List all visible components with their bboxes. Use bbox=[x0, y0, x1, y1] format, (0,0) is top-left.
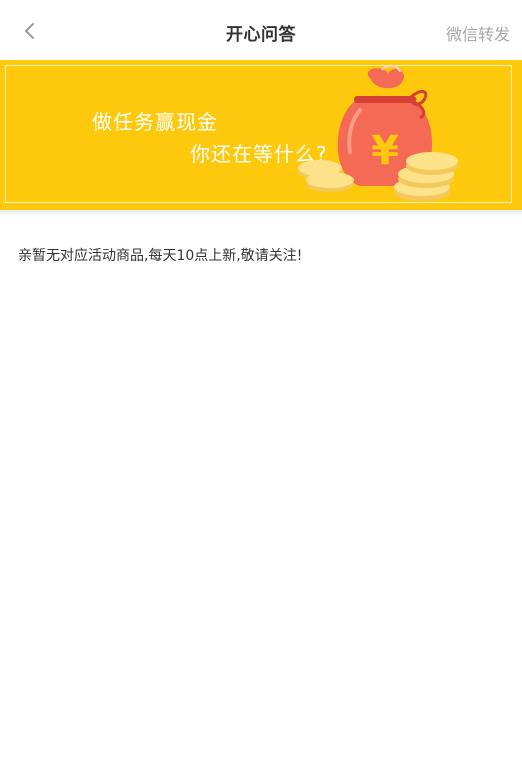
coin bbox=[406, 152, 458, 170]
page-title: 开心问答 bbox=[226, 25, 296, 45]
wechat-share-button[interactable]: 微信转发 bbox=[446, 21, 510, 45]
banner-shadow bbox=[0, 210, 522, 216]
empty-state-message: 亲暂无对应活动商品,每天10点上新,敬请关注! bbox=[18, 248, 303, 264]
top-navigation-bar: 开心问答 微信转发 bbox=[0, 0, 522, 60]
bag-top bbox=[367, 68, 405, 89]
promo-banner[interactable]: 做任务赢现金 你还在等什么? ¥ bbox=[0, 60, 522, 210]
coin bbox=[306, 172, 354, 188]
bag-tie bbox=[354, 96, 416, 103]
yen-symbol: ¥ bbox=[371, 128, 399, 174]
money-bag-illustration: ¥ bbox=[298, 64, 458, 201]
banner-headline: 做任务赢现金 bbox=[92, 110, 218, 134]
